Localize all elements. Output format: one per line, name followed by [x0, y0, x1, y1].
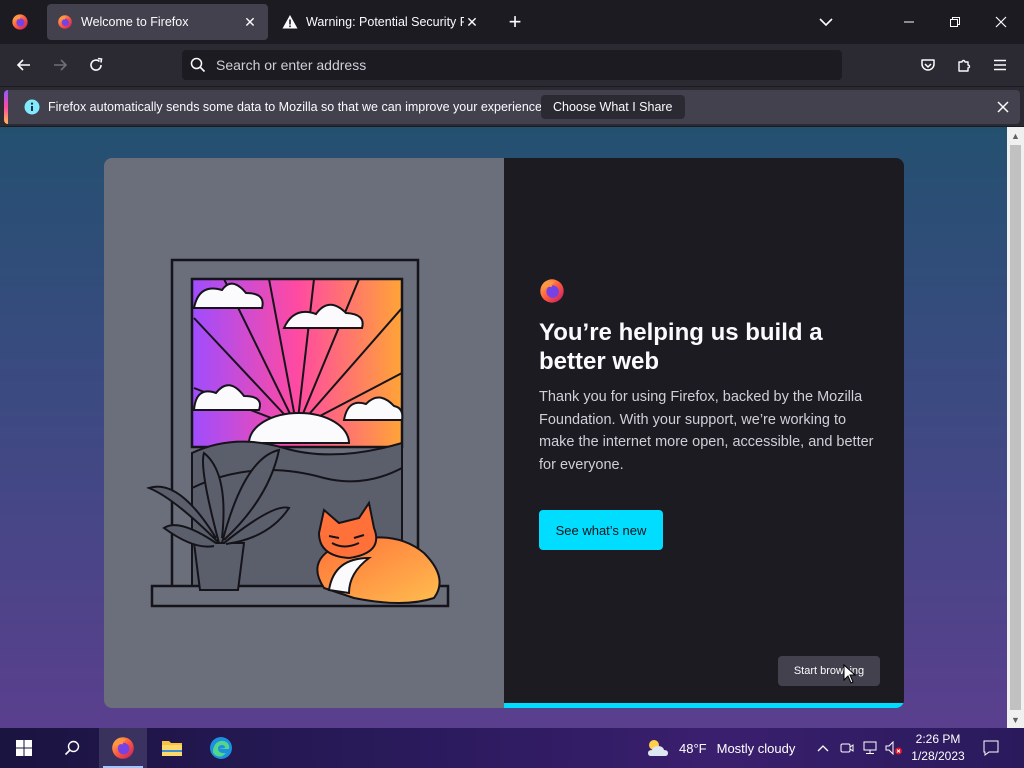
address-bar[interactable] [182, 50, 842, 80]
volume-muted-icon [885, 741, 902, 755]
pocket-button[interactable] [915, 52, 941, 78]
arrow-right-icon [54, 59, 68, 71]
clock-date: 1/28/2023 [911, 749, 965, 763]
minimize-icon [904, 21, 914, 23]
scroll-down-arrow-icon[interactable]: ▼ [1007, 711, 1024, 728]
choose-what-i-share-button[interactable]: Choose What I Share [541, 95, 685, 119]
firefox-icon [57, 14, 73, 30]
pocket-icon [921, 59, 935, 71]
welcome-body: Thank you for using Firefox, backed by t… [539, 389, 874, 473]
clock-time: 2:26 PM [915, 732, 961, 746]
windows-logo-icon [16, 740, 32, 756]
window-fox-illustration [146, 258, 450, 608]
start-button[interactable] [0, 728, 48, 768]
onboarding-progress-bar [504, 703, 904, 708]
firefox-icon [112, 737, 134, 759]
weather-condition: Mostly cloudy [716, 740, 796, 756]
notification-center-icon [983, 740, 999, 756]
firefox-view-button[interactable] [8, 10, 32, 34]
menu-button[interactable] [987, 52, 1013, 78]
navigation-toolbar [0, 44, 1024, 86]
info-icon [24, 99, 40, 115]
restore-icon [950, 17, 960, 27]
meet-now-button[interactable] [837, 728, 857, 768]
taskbar-file-explorer[interactable] [148, 728, 196, 768]
notification-box: Firefox automatically sends some data to… [4, 90, 1020, 124]
chevron-down-icon [819, 18, 833, 27]
search-input[interactable] [216, 57, 816, 73]
tab-strip: Welcome to Firefox ✕ Warning: Potential … [0, 0, 1024, 44]
welcome-headline: You’re helping us build a better web [539, 319, 823, 375]
camera-icon [840, 743, 854, 753]
puzzle-icon [958, 59, 971, 72]
notification-message: Firefox automatically sends some data to… [48, 100, 546, 114]
volume-button[interactable] [884, 728, 904, 768]
close-tab-icon[interactable]: ✕ [242, 14, 258, 30]
reload-button[interactable] [83, 52, 109, 78]
hamburger-menu-icon [994, 59, 1006, 71]
close-icon [995, 16, 1007, 28]
search-icon [64, 740, 80, 756]
taskbar-search-button[interactable] [48, 728, 96, 768]
partly-cloudy-icon [648, 740, 668, 756]
start-browsing-button[interactable]: Start browsing [778, 656, 880, 686]
page-content: You’re helping us build a better web Tha… [0, 127, 1007, 728]
show-hidden-icons-button[interactable] [813, 728, 833, 768]
network-icon [863, 741, 877, 754]
mouse-cursor-icon [843, 664, 857, 684]
folder-icon [162, 741, 182, 756]
firefox-icon [12, 14, 28, 30]
weather-temperature: 48°F [679, 740, 707, 756]
search-icon [190, 57, 206, 73]
warning-icon [282, 14, 298, 30]
network-button[interactable] [860, 728, 880, 768]
close-icon [997, 101, 1009, 113]
minimize-button[interactable] [894, 8, 924, 36]
welcome-card: You’re helping us build a better web Tha… [104, 158, 904, 708]
reload-icon [90, 57, 103, 71]
tab-label: Welcome to Firefox [81, 15, 189, 29]
welcome-panel: You’re helping us build a better web Tha… [504, 158, 904, 708]
chevron-up-icon [817, 745, 829, 752]
scrollbar-thumb[interactable] [1010, 145, 1021, 710]
forward-button[interactable] [47, 52, 73, 78]
tab-label: Warning: Potential Security Risk [306, 15, 464, 29]
extensions-button[interactable] [951, 52, 977, 78]
close-window-button[interactable] [986, 8, 1016, 36]
taskbar-firefox[interactable] [99, 728, 147, 768]
illustration-panel [104, 158, 504, 708]
list-all-tabs-button[interactable] [811, 8, 841, 36]
close-tab-icon[interactable]: ✕ [464, 14, 480, 30]
tab-welcome[interactable]: Welcome to Firefox ✕ [47, 4, 268, 40]
restore-button[interactable] [940, 8, 970, 36]
weather-widget[interactable]: 48°F Mostly cloudy [645, 728, 795, 768]
new-tab-button[interactable]: + [503, 9, 527, 34]
windows-taskbar: 48°F Mostly cloudy 2:26 PM 1/28/2023 [0, 728, 1024, 768]
notifications-button[interactable] [980, 728, 1002, 768]
taskbar-clock[interactable]: 2:26 PM 1/28/2023 [905, 731, 971, 765]
firefox-logo-icon [539, 278, 565, 304]
taskbar-edge[interactable] [197, 728, 245, 768]
tab-security-warning[interactable]: Warning: Potential Security Risk ✕ [272, 4, 490, 40]
data-notification-bar: Firefox automatically sends some data to… [0, 86, 1024, 126]
scroll-up-arrow-icon[interactable]: ▲ [1007, 127, 1024, 144]
see-whats-new-button[interactable]: See what’s new [539, 510, 663, 550]
close-notification-button[interactable] [994, 98, 1012, 116]
page-scrollbar[interactable]: ▲ ▼ [1007, 127, 1024, 728]
arrow-left-icon [16, 59, 30, 71]
edge-icon [210, 737, 232, 759]
back-button[interactable] [11, 52, 37, 78]
